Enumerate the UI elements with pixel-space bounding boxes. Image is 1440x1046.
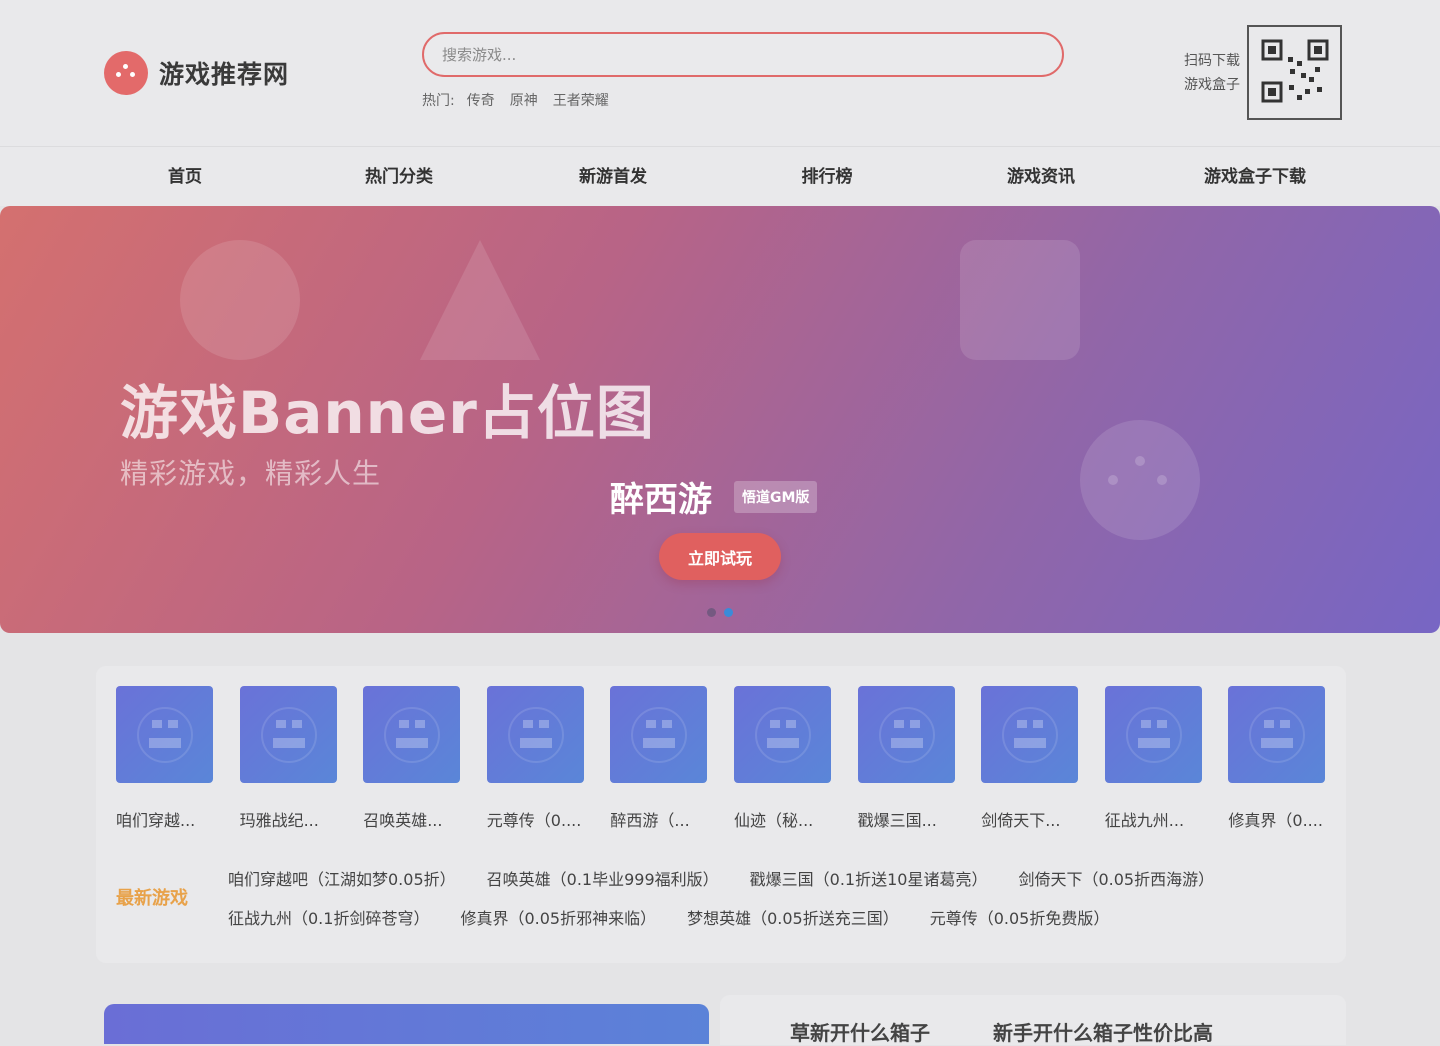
game-card[interactable]: 醉西游（...	[610, 686, 708, 831]
decor-face-circle	[1080, 420, 1200, 540]
hot-link-chuanqi[interactable]: 传奇	[467, 90, 495, 110]
decor-rounded-square	[960, 240, 1080, 360]
game-card[interactable]: 咱们穿越...	[116, 686, 214, 831]
search-area: 热门: 传奇 原神 王者荣耀	[422, 32, 1064, 110]
latest-link[interactable]: 征战九州（0.1折剑碎苍穹）	[228, 905, 429, 929]
game-card[interactable]: 修真界（0....	[1228, 686, 1326, 831]
latest-link[interactable]: 剑倚天下（0.05折西海游）	[1018, 866, 1214, 890]
game-card[interactable]: 戳爆三国...	[857, 686, 956, 831]
game-card[interactable]: 征战九州...	[1104, 686, 1203, 831]
hero-banner[interactable]: 游戏Banner占位图 精彩游戏，精彩人生 醉西游 悟道GM版 立即试玩	[0, 206, 1440, 633]
play-now-button[interactable]: 立即试玩	[659, 533, 781, 580]
featured-banner-card[interactable]	[104, 1004, 709, 1044]
game-name: 征战九州...	[1104, 811, 1185, 830]
hot-link-yuanshen[interactable]: 原神	[510, 90, 538, 110]
latest-row-2: 征战九州（0.1折剑碎苍穹） 修真界（0.05折邪神来临） 梦想英雄（0.05折…	[228, 905, 1140, 929]
banner-title: 游戏Banner占位图	[120, 379, 655, 447]
game-card[interactable]: 召唤英雄...	[363, 686, 461, 831]
game-name: 玛雅战纪...	[239, 811, 319, 830]
article-tab-2[interactable]: 新手开什么箱子性价比高	[993, 1017, 1213, 1046]
nav-hot-categories[interactable]: 热门分类	[365, 147, 433, 207]
banner-game-info: 醉西游 悟道GM版	[610, 472, 818, 521]
hot-link-wangzhe[interactable]: 王者荣耀	[553, 90, 609, 110]
main-nav: 首页 热门分类 新游首发 排行榜 游戏资讯 游戏盒子下载	[0, 146, 1440, 206]
game-name: 仙迹（秘...	[734, 811, 814, 830]
banner-game-name: 醉西游	[610, 480, 712, 520]
nav-box-download[interactable]: 游戏盒子下载	[1204, 147, 1306, 207]
game-name: 元尊传（0....	[486, 811, 582, 830]
latest-link[interactable]: 元尊传（0.05折免费版）	[930, 905, 1110, 929]
hot-label: 热门:	[422, 93, 455, 109]
search-input[interactable]	[422, 32, 1064, 77]
nav-news[interactable]: 游戏资讯	[1007, 147, 1075, 207]
game-card[interactable]: 元尊传（0....	[486, 686, 585, 831]
games-panel: 咱们穿越... 玛雅战纪... 召唤英雄... 元尊传（0.... 醉西游（... 仙迹（…	[96, 666, 1346, 963]
latest-link[interactable]: 戳爆三国（0.1折送10星诸葛亮）	[750, 866, 988, 890]
latest-row-1: 咱们穿越吧（江湖如梦0.05折） 召唤英雄（0.1毕业999福利版） 戳爆三国（…	[228, 866, 1245, 890]
game-name: 剑倚天下...	[981, 811, 1061, 830]
game-thumbnail	[116, 686, 213, 783]
site-header: 游戏推荐网 热门: 传奇 原神 王者荣耀 扫码下载 游戏盒子	[0, 0, 1440, 146]
banner-subtitle: 精彩游戏，精彩人生	[120, 457, 382, 490]
article-tab-1[interactable]: 草新开什么箱子	[790, 1017, 930, 1046]
game-thumbnail	[239, 686, 337, 783]
latest-link[interactable]: 修真界（0.05折邪神来临）	[460, 905, 656, 929]
logo-text: 游戏推荐网	[159, 60, 290, 89]
game-thumbnail	[734, 686, 831, 783]
game-name: 咱们穿越...	[116, 811, 196, 830]
game-thumbnail	[857, 686, 955, 783]
decor-triangle	[420, 240, 540, 360]
game-card[interactable]: 玛雅战纪...	[239, 686, 338, 831]
game-thumbnail	[363, 686, 461, 783]
carousel-dot-2[interactable]	[724, 608, 733, 617]
latest-link[interactable]: 召唤英雄（0.1毕业999福利版）	[487, 866, 719, 890]
decor-circle	[180, 240, 300, 360]
qr-download: 扫码下载 游戏盒子	[1184, 25, 1342, 120]
game-name: 召唤英雄...	[363, 811, 443, 830]
game-thumbnail	[981, 686, 1079, 783]
qr-caption: 扫码下载 游戏盒子	[1184, 52, 1240, 93]
nav-rankings[interactable]: 排行榜	[802, 147, 853, 207]
game-thumbnail	[1228, 686, 1326, 783]
nav-home[interactable]: 首页	[168, 147, 202, 207]
carousel-dot-1[interactable]	[707, 608, 716, 617]
latest-games-label: 最新游戏	[116, 888, 188, 909]
article-tabs: 草新开什么箱子 新手开什么箱子性价比高	[720, 995, 1346, 1045]
game-thumbnail	[486, 686, 584, 783]
logo-icon	[104, 51, 148, 95]
game-name: 戳爆三国...	[857, 811, 937, 830]
qr-code-icon[interactable]	[1247, 25, 1342, 120]
game-name: 修真界（0....	[1228, 811, 1323, 830]
nav-new-releases[interactable]: 新游首发	[579, 147, 647, 207]
game-thumbnail	[1104, 686, 1202, 783]
hot-searches: 热门: 传奇 原神 王者荣耀	[422, 90, 1064, 110]
carousel-dots	[707, 608, 733, 617]
game-name: 醉西游（...	[610, 811, 690, 830]
game-thumbnail	[610, 686, 708, 783]
latest-link[interactable]: 梦想英雄（0.05折送充三国）	[687, 905, 899, 929]
site-logo[interactable]: 游戏推荐网	[104, 51, 289, 95]
latest-link[interactable]: 咱们穿越吧（江湖如梦0.05折）	[228, 866, 456, 890]
game-card[interactable]: 剑倚天下...	[981, 686, 1079, 831]
banner-version-badge: 悟道GM版	[734, 480, 818, 513]
game-card[interactable]: 仙迹（秘...	[734, 686, 832, 831]
